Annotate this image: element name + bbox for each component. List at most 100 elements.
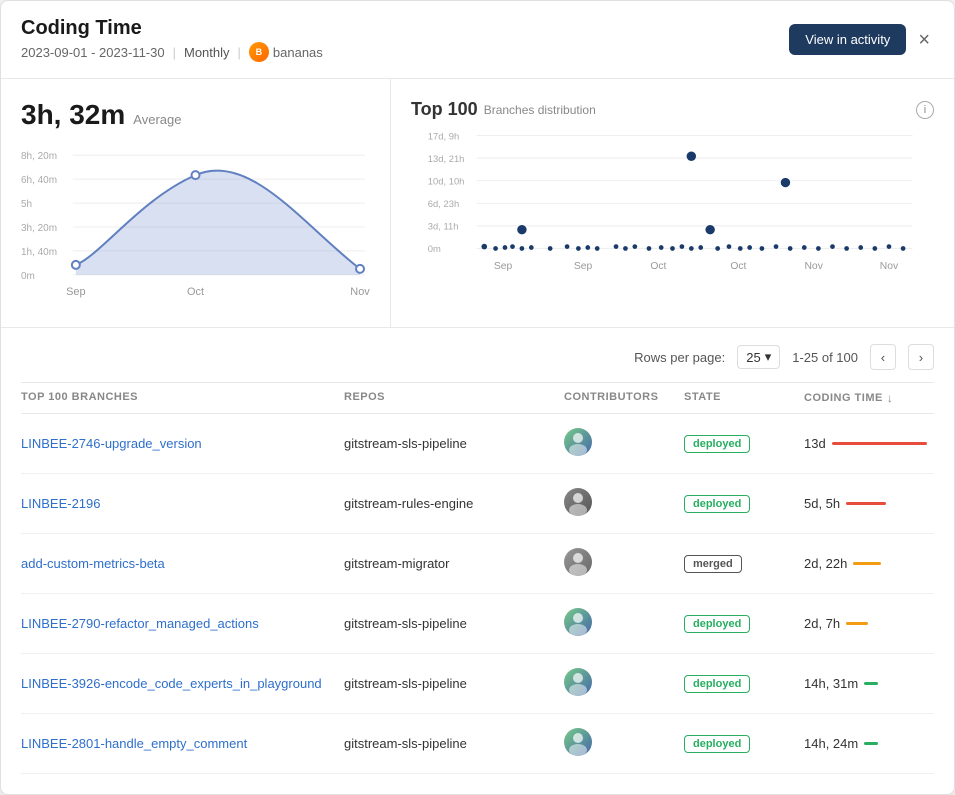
svg-text:Nov: Nov	[880, 261, 899, 272]
table-header: Top 100 BRANCHES REPOS CONTRIBUTORS STAT…	[21, 383, 934, 414]
charts-row: 3h, 32m Average 8h, 20m 6h, 40m 5h 3h, 2…	[1, 79, 954, 328]
table-row: LINBEE-2196 gitstream-rules-engine deplo…	[21, 474, 934, 534]
time-bar	[864, 682, 878, 685]
contributor-avatar	[564, 548, 592, 576]
state-badge: deployed	[684, 495, 750, 513]
svg-text:Nov: Nov	[804, 261, 823, 272]
contributor-avatar	[564, 668, 592, 696]
svg-text:10d, 10h: 10d, 10h	[428, 175, 465, 186]
svg-text:Sep: Sep	[574, 261, 593, 272]
view-activity-button[interactable]: View in activity	[789, 24, 906, 55]
svg-text:5h: 5h	[21, 199, 32, 210]
svg-text:6d, 23h: 6d, 23h	[428, 198, 459, 209]
svg-text:0m: 0m	[428, 243, 441, 254]
coding-time: 2d, 22h	[804, 556, 934, 571]
table-row: LINBEE-2790-refactor_managed_actions git…	[21, 594, 934, 654]
table-row: LINBEE-2801-handle_empty_comment gitstre…	[21, 714, 934, 774]
top100-label: Top 100	[411, 99, 478, 120]
separator-1: |	[173, 45, 176, 60]
svg-text:Oct: Oct	[650, 261, 666, 272]
col-repos: REPOS	[344, 391, 564, 405]
svg-text:13d, 21h: 13d, 21h	[428, 153, 465, 164]
state-badge: deployed	[684, 615, 750, 633]
contributor-avatar	[564, 428, 592, 456]
branch-link[interactable]: LINBEE-2196	[21, 496, 101, 511]
svg-text:Sep: Sep	[494, 261, 513, 272]
repo-name: gitstream-sls-pipeline	[344, 736, 564, 751]
line-chart-area: 8h, 20m 6h, 40m 5h 3h, 20m 1h, 40m 0m	[21, 147, 370, 307]
time-bar	[864, 742, 878, 745]
repo-name: gitstream-migrator	[344, 556, 564, 571]
line-chart-svg: 8h, 20m 6h, 40m 5h 3h, 20m 1h, 40m 0m	[21, 147, 370, 307]
sort-icon: ↓	[887, 391, 894, 405]
rows-dropdown-icon: ▾	[765, 349, 772, 365]
avg-label: 3h, 32m Average	[21, 99, 370, 131]
rows-per-page-value: 25	[746, 350, 760, 365]
pagination-info: 1-25 of 100	[792, 350, 858, 365]
svg-text:Sep: Sep	[66, 286, 86, 298]
close-button[interactable]: ×	[914, 26, 934, 54]
header-actions: View in activity ×	[789, 24, 934, 55]
table-row: add-custom-metrics-beta gitstream-migrat…	[21, 534, 934, 594]
branch-link[interactable]: LINBEE-2746-upgrade_version	[21, 436, 202, 451]
state-badge: deployed	[684, 735, 750, 753]
repo-name: gitstream-rules-engine	[344, 496, 564, 511]
coding-time: 14h, 24m	[804, 736, 934, 751]
coding-time: 2d, 7h	[804, 616, 934, 631]
contributor-avatar	[564, 608, 592, 636]
table-section: Rows per page: 25 ▾ 1-25 of 100 ‹ › Top …	[1, 328, 954, 794]
state-badge: deployed	[684, 675, 750, 693]
table-controls: Rows per page: 25 ▾ 1-25 of 100 ‹ ›	[21, 328, 934, 383]
scatter-chart-area: 17d, 9h 13d, 21h 10d, 10h 6d, 23h 3d, 11…	[411, 128, 934, 288]
svg-text:3d, 11h: 3d, 11h	[428, 221, 459, 232]
modal-header: Coding Time 2023-09-01 - 2023-11-30 | Mo…	[1, 1, 954, 79]
left-chart: 3h, 32m Average 8h, 20m 6h, 40m 5h 3h, 2…	[1, 79, 391, 327]
col-branches: Top 100 BRANCHES	[21, 391, 344, 405]
col-contributors: CONTRIBUTORS	[564, 391, 684, 405]
table-row: LINBEE-2746-upgrade_version gitstream-sl…	[21, 414, 934, 474]
header-title-block: Coding Time 2023-09-01 - 2023-11-30 | Mo…	[21, 17, 777, 62]
branches-dist: Branches distribution	[484, 103, 596, 117]
rows-per-page-label: Rows per page:	[634, 350, 725, 365]
svg-text:Oct: Oct	[187, 286, 204, 298]
repo-name: gitstream-sls-pipeline	[344, 436, 564, 451]
coding-time: 5d, 5h	[804, 496, 934, 511]
branch-link[interactable]: LINBEE-2801-handle_empty_comment	[21, 736, 247, 751]
right-chart-title: Top 100 Branches distribution	[411, 99, 596, 120]
state-badge: merged	[684, 555, 742, 573]
branch-link[interactable]: LINBEE-3926-encode_code_experts_in_playg…	[21, 676, 322, 691]
svg-text:8h, 20m: 8h, 20m	[21, 151, 57, 162]
date-range: 2023-09-01 - 2023-11-30	[21, 45, 165, 60]
state-badge: deployed	[684, 435, 750, 453]
rows-per-page-select[interactable]: 25 ▾	[737, 345, 780, 369]
user-name: bananas	[273, 45, 323, 60]
repo-name: gitstream-sls-pipeline	[344, 616, 564, 631]
time-bar	[853, 562, 881, 565]
svg-text:6h, 40m: 6h, 40m	[21, 175, 57, 186]
contributor-avatar	[564, 488, 592, 516]
avg-value: 3h, 32m	[21, 99, 125, 131]
user-badge: B bananas	[249, 42, 323, 62]
time-bar	[846, 502, 886, 505]
contributor-avatar	[564, 728, 592, 756]
right-chart: Top 100 Branches distribution i 17d, 9h …	[391, 79, 954, 327]
col-state: STATE	[684, 391, 804, 405]
time-bar	[846, 622, 868, 625]
coding-time: 13d	[804, 436, 934, 451]
coding-time-label: CODING TIME	[804, 392, 883, 404]
repo-name: gitstream-sls-pipeline	[344, 676, 564, 691]
pagination-prev-button[interactable]: ‹	[870, 344, 896, 370]
branch-link[interactable]: add-custom-metrics-beta	[21, 556, 165, 571]
table-row: LINBEE-3926-encode_code_experts_in_playg…	[21, 654, 934, 714]
svg-text:1h, 40m: 1h, 40m	[21, 247, 57, 258]
avg-text: Average	[133, 112, 181, 127]
col-coding-time[interactable]: CODING TIME ↓	[804, 391, 934, 405]
branch-link[interactable]: LINBEE-2790-refactor_managed_actions	[21, 616, 259, 631]
separator-2: |	[238, 45, 241, 60]
svg-text:Oct: Oct	[730, 261, 746, 272]
pagination-next-button[interactable]: ›	[908, 344, 934, 370]
time-bar	[832, 442, 927, 445]
user-avatar: B	[249, 42, 269, 62]
info-icon[interactable]: i	[916, 101, 934, 119]
svg-text:3h, 20m: 3h, 20m	[21, 223, 57, 234]
